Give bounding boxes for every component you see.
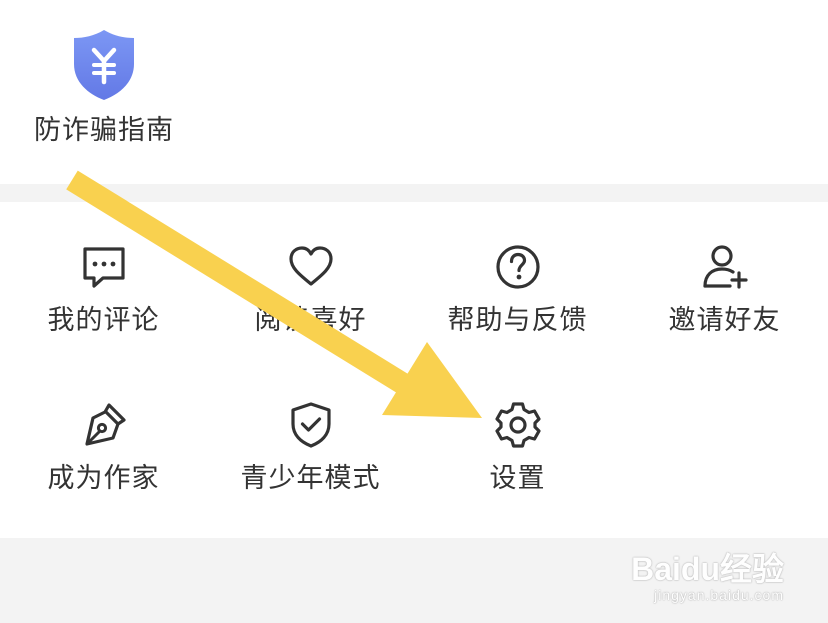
menu-grid: 我的评论 阅读喜好 帮助与反馈 邀请好友 成为作家 青少年模式 设置 — [0, 202, 828, 538]
menu-item-label: 我的评论 — [47, 305, 160, 336]
menu-item-label: 成为作家 — [47, 463, 160, 494]
comment-icon — [79, 242, 129, 292]
menu-item-label: 阅读喜好 — [254, 305, 367, 336]
watermark-sub: jingyan.baidu.com — [654, 587, 784, 603]
menu-item-become-writer[interactable]: 成为作家 — [0, 400, 207, 495]
pen-icon — [79, 400, 129, 450]
menu-item-settings[interactable]: 设置 — [414, 400, 621, 495]
menu-item-teen-mode[interactable]: 青少年模式 — [207, 400, 414, 495]
heart-icon — [286, 242, 336, 292]
menu-item-help-feedback[interactable]: 帮助与反馈 — [414, 242, 621, 337]
add-user-icon — [700, 242, 750, 292]
help-icon — [493, 242, 543, 292]
gear-icon — [493, 400, 543, 450]
menu-item-my-comments[interactable]: 我的评论 — [0, 242, 207, 337]
shield-yen-icon — [72, 28, 136, 102]
menu-item-invite-friends[interactable]: 邀请好友 — [621, 242, 828, 337]
menu-item-reading-preferences[interactable]: 阅读喜好 — [207, 242, 414, 337]
top-panel: 防诈骗指南 — [0, 0, 828, 184]
antifraud-guide-label: 防诈骗指南 — [34, 115, 174, 146]
antifraud-guide-entry[interactable]: 防诈骗指南 — [24, 28, 184, 147]
menu-item-label: 邀请好友 — [668, 305, 781, 336]
baidu-watermark: Baidu经验 jingyan.baidu.com — [631, 551, 784, 603]
watermark-main: Baidu经验 — [631, 551, 784, 587]
menu-item-label: 青少年模式 — [240, 463, 381, 494]
menu-item-label: 设置 — [489, 463, 546, 494]
menu-item-label: 帮助与反馈 — [447, 305, 588, 336]
shield-check-icon — [286, 400, 336, 450]
